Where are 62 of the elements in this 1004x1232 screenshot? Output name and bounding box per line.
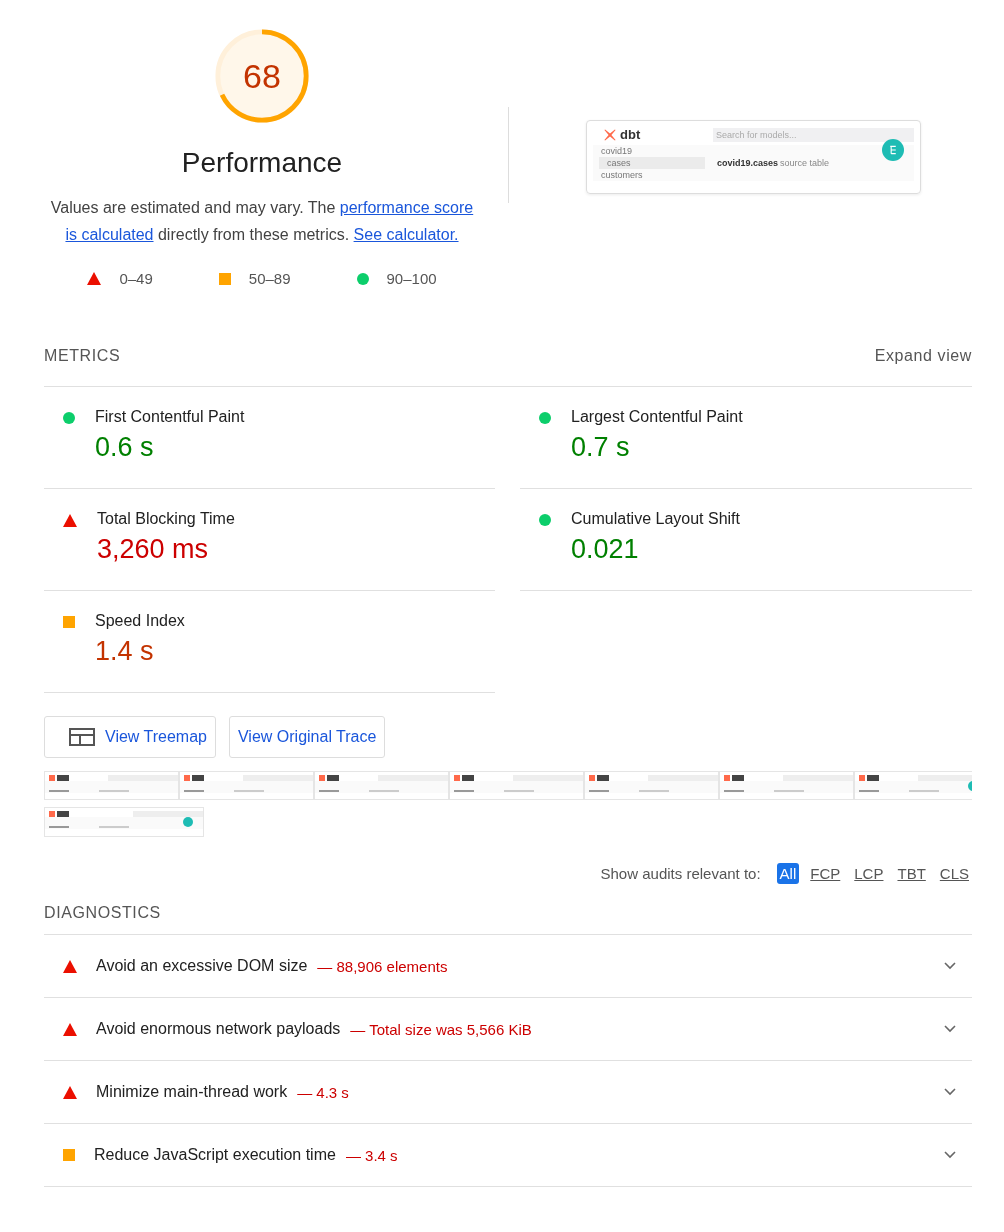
description-link[interactable]: See calculator. bbox=[353, 226, 459, 243]
view-button[interactable]: View Treemap bbox=[44, 716, 216, 758]
audit-row[interactable]: Avoid an excessive DOM size — 88,906 elements bbox=[44, 935, 972, 998]
logo-icon bbox=[603, 127, 617, 142]
audit-title: Reduce JavaScript execution time bbox=[94, 1146, 336, 1164]
legend-label: 0–49 bbox=[119, 270, 153, 287]
filter-label: Show audits relevant to: bbox=[600, 865, 761, 882]
audit-title: Avoid enormous network payloads bbox=[96, 1020, 341, 1038]
model-subtitle: source table bbox=[780, 158, 830, 168]
metric-name: Speed Index bbox=[95, 611, 185, 631]
score-value: 68 bbox=[242, 58, 282, 94]
metric-value: 1.4 s bbox=[95, 635, 155, 667]
metric-value: 0.021 bbox=[571, 533, 640, 565]
section-heading: METRICS bbox=[44, 347, 121, 365]
tree-item: customers bbox=[600, 169, 644, 181]
filter-chip[interactable]: LCP bbox=[851, 863, 887, 884]
treemap-icon bbox=[69, 728, 95, 746]
expand-view-toggle[interactable]: Expand view bbox=[874, 347, 972, 365]
fail-triangle-icon bbox=[63, 1022, 77, 1036]
section-heading: DIAGNOSTICS bbox=[44, 904, 972, 935]
filter-chip[interactable]: All bbox=[776, 863, 800, 884]
fail-triangle-icon bbox=[63, 514, 77, 527]
logo-text: dbt bbox=[620, 127, 641, 142]
tree-item: cases bbox=[599, 157, 705, 169]
metric-name: Largest Contentful Paint bbox=[571, 407, 743, 427]
description-link[interactable]: is calculated bbox=[65, 226, 154, 243]
audit-detail: — 4.3 s bbox=[297, 1083, 349, 1101]
audit-row[interactable]: Avoid enormous network payloads — Total size was 5,566 KiB bbox=[44, 998, 972, 1061]
view-button[interactable]: View Original Trace bbox=[229, 716, 386, 758]
filter-chip[interactable]: FCP bbox=[807, 863, 844, 884]
filter-chip[interactable]: CLS bbox=[936, 863, 972, 884]
metric-name: First Contentful Paint bbox=[95, 407, 245, 427]
filter-chip[interactable]: TBT bbox=[894, 863, 929, 884]
pass-circle-icon bbox=[539, 514, 551, 526]
metric-name: Total Blocking Time bbox=[97, 509, 235, 529]
description-text: Values are estimated and may vary. The performance score is calculated directly from these metrics. See calculator. bbox=[49, 198, 475, 245]
description-link[interactable]: performance score bbox=[339, 199, 474, 216]
average-square-icon bbox=[218, 272, 231, 285]
fail-triangle-icon bbox=[63, 959, 77, 973]
audit-detail: — 3.4 s bbox=[345, 1146, 398, 1164]
audit-row[interactable]: Reduce JavaScript execution time — 3.4 s bbox=[44, 1124, 972, 1187]
average-square-icon bbox=[63, 1149, 75, 1161]
fail-triangle-icon bbox=[87, 272, 102, 285]
pass-circle-icon bbox=[539, 412, 551, 424]
metric-value: 3,260 ms bbox=[97, 533, 210, 565]
metric-name: Cumulative Layout Shift bbox=[571, 509, 740, 529]
average-square-icon bbox=[63, 616, 75, 628]
audit-title: Minimize main-thread work bbox=[96, 1083, 288, 1101]
tree-item: covid19 bbox=[600, 145, 634, 157]
pass-circle-icon bbox=[63, 412, 75, 424]
metric-value: 0.6 s bbox=[95, 431, 155, 463]
audit-title: Avoid an excessive DOM size bbox=[96, 957, 308, 975]
audit-row[interactable]: Minimize main-thread work — 4.3 s bbox=[44, 1061, 972, 1124]
legend-label: 90–100 bbox=[386, 270, 437, 287]
model-title: covid19.cases bbox=[717, 158, 779, 168]
audit-detail: — Total size was 5,566 KiB bbox=[350, 1020, 532, 1038]
metric-value: 0.7 s bbox=[571, 431, 631, 463]
audit-detail: — 88,906 elements bbox=[317, 957, 448, 975]
legend-label: 50–89 bbox=[248, 270, 291, 287]
pass-circle-icon bbox=[356, 272, 369, 285]
fail-triangle-icon bbox=[63, 1085, 77, 1099]
category-title: Performance bbox=[181, 146, 343, 180]
